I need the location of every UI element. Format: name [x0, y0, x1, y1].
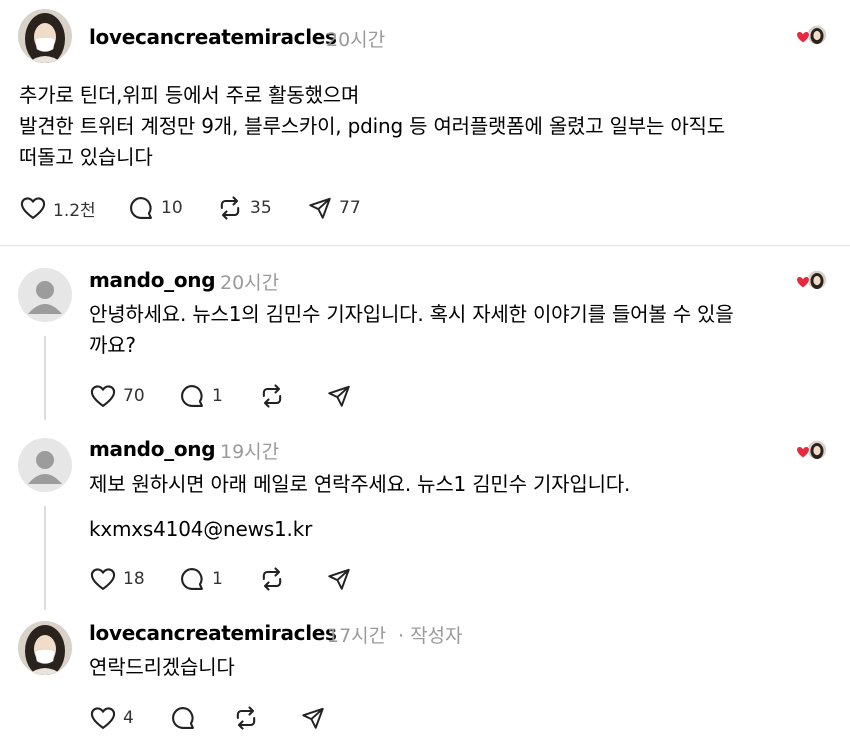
post-text-line: 떠돌고 있습니다 [19, 145, 153, 169]
timestamp: 17시간 [327, 625, 387, 647]
reply-count: 10 [161, 198, 183, 218]
liked-badge-icon [795, 23, 829, 49]
like-button[interactable]: 70 [89, 381, 145, 411]
share-button[interactable]: 77 [307, 193, 361, 223]
username[interactable]: mando_ong [89, 268, 216, 292]
repost-icon [258, 565, 286, 593]
avatar[interactable] [18, 438, 72, 492]
thread-line [44, 506, 46, 610]
username[interactable]: lovecancreatemiracles [89, 621, 337, 645]
post-actions: 4 [89, 703, 389, 733]
timestamp: 19시간 [220, 441, 280, 463]
reply-icon [127, 194, 155, 222]
reply-post: mando_ong 20시간 안녕하세요. 뉴스1의 김민수 기자입니다. 혹시… [0, 246, 850, 426]
avatar[interactable] [18, 268, 72, 322]
share-count: 77 [339, 198, 361, 218]
share-button[interactable] [326, 564, 352, 594]
share-icon [326, 383, 352, 409]
reply-icon [169, 704, 197, 732]
reply-post: mando_ong 19시간 제보 원하시면 아래 메일로 연락주세요. 뉴스1… [0, 426, 850, 616]
reply-button[interactable] [169, 703, 197, 733]
thread-line [44, 336, 46, 420]
like-count: 1.2천 [53, 200, 96, 221]
share-button[interactable] [326, 381, 352, 411]
heart-icon [19, 194, 47, 222]
like-count: 70 [123, 386, 145, 406]
timestamp: 20시간 [220, 272, 280, 294]
reply-icon [178, 382, 206, 410]
username[interactable]: lovecancreatemiracles [89, 25, 337, 49]
reply-button[interactable]: 10 [127, 193, 183, 223]
avatar[interactable] [18, 621, 72, 675]
share-icon [326, 566, 352, 592]
reply-button[interactable]: 1 [178, 381, 223, 411]
default-user-icon [18, 268, 72, 322]
post-text-line: 안녕하세요. 뉴스1의 김민수 기자입니다. 혹시 자세한 이야기를 들어볼 수… [89, 302, 734, 326]
like-button[interactable]: 1.2천 [19, 193, 96, 223]
reply-post: lovecancreatemiracles 17시간 · 작성자 연락드리겠습니… [0, 616, 850, 743]
reply-icon [178, 565, 206, 593]
share-button[interactable] [300, 703, 326, 733]
reply-count: 1 [212, 569, 223, 589]
author-tag: · 작성자 [398, 625, 463, 647]
repost-button[interactable] [232, 703, 260, 733]
like-count: 18 [123, 569, 145, 589]
post-main: lovecancreatemiracles 20시간 추가로 틴더,위피 등에서… [0, 0, 850, 245]
email-link[interactable]: kxmxs4104@news1.kr [89, 514, 312, 545]
repost-count: 35 [250, 198, 272, 218]
reply-button[interactable]: 1 [178, 564, 223, 594]
reply-count: 1 [212, 386, 223, 406]
repost-icon [232, 704, 260, 732]
repost-button[interactable]: 35 [216, 193, 272, 223]
post-actions: 1.2천 10 35 77 [19, 193, 519, 223]
heart-icon [89, 382, 117, 410]
avatar[interactable] [18, 9, 72, 63]
repost-button[interactable] [258, 564, 286, 594]
heart-icon [89, 704, 117, 732]
like-button[interactable]: 18 [89, 564, 145, 594]
heart-icon [89, 565, 117, 593]
like-button[interactable]: 4 [89, 703, 134, 733]
timestamp: 20시간 [326, 29, 386, 51]
post-text-line: 까요? [89, 333, 136, 357]
post-text-line: 발견한 트위터 계정만 9개, 블루스카이, pding 등 여러플랫폼에 올렸… [19, 114, 725, 138]
share-icon [307, 195, 333, 221]
post-text-line: 제보 원하시면 아래 메일로 연락주세요. 뉴스1 김민수 기자입니다. [89, 472, 631, 496]
post-actions: 18 1 [89, 564, 389, 594]
default-user-icon [18, 438, 72, 492]
repost-icon [216, 194, 244, 222]
username[interactable]: mando_ong [89, 437, 216, 461]
repost-icon [258, 382, 286, 410]
profile-photo-icon [18, 9, 72, 63]
liked-badge-icon [795, 438, 829, 464]
post-text-line: 연락드리겠습니다 [89, 655, 235, 679]
repost-button[interactable] [258, 381, 286, 411]
profile-photo-icon [18, 621, 72, 675]
like-count: 4 [123, 708, 134, 728]
share-icon [300, 705, 326, 731]
liked-badge-icon [795, 268, 829, 294]
post-actions: 70 1 [89, 381, 389, 411]
post-text-line: 추가로 틴더,위피 등에서 주로 활동했으며 [19, 83, 360, 107]
